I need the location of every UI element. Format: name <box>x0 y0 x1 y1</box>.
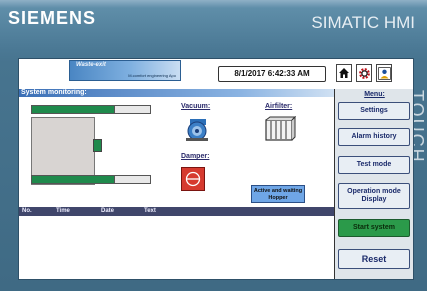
hopper-status-box: Active and waiting Hopper <box>251 185 305 203</box>
screen-header: Waste-exit M.comfort engineering Apo 8/1… <box>19 59 334 89</box>
bottom-level-fill <box>31 175 115 184</box>
logo-sub-text: M.comfort engineering Apo <box>128 73 176 78</box>
logo-main-text: Waste-exit <box>76 62 106 68</box>
top-level-bar <box>31 105 151 114</box>
start-system-button[interactable]: Start system <box>338 219 410 237</box>
user-icon <box>377 66 391 80</box>
product-title: SIMATIC HMI <box>311 13 415 32</box>
section-header: System monitoring: <box>19 89 334 97</box>
vacuum-label: Vacuum: <box>181 103 211 110</box>
menu-title: Menu: <box>364 91 385 98</box>
damper-label: Damper: <box>181 153 210 160</box>
test-mode-button[interactable]: Test mode <box>338 156 410 174</box>
hmi-screen: Waste-exit M.comfort engineering Apo 8/1… <box>18 58 414 280</box>
user-button[interactable] <box>376 64 392 82</box>
airfilter-label: Airfilter: <box>265 103 293 110</box>
brand-logo: SIEMENS <box>8 8 97 28</box>
reset-button[interactable]: Reset <box>338 249 410 269</box>
home-icon <box>339 68 349 78</box>
operation-mode-display-button[interactable]: Operation mode Display <box>338 183 410 209</box>
vacuum-pump-icon <box>186 119 208 141</box>
company-logo: Waste-exit M.comfort engineering Apo <box>69 60 181 81</box>
air-filter-icon <box>265 116 296 141</box>
bottom-level-bar <box>31 175 151 184</box>
hopper-indicator <box>93 139 102 152</box>
col-text: Text <box>144 208 156 214</box>
alarm-table-body[interactable] <box>19 216 334 279</box>
col-no: No. <box>22 208 32 214</box>
gear-icon <box>358 67 370 79</box>
settings-button[interactable] <box>356 64 372 82</box>
alarm-table-header: No. Time Date Text <box>19 207 334 216</box>
touch-label: TOUCH <box>407 90 427 164</box>
home-button[interactable] <box>336 64 352 82</box>
settings-menu-button[interactable]: Settings <box>338 102 410 120</box>
top-level-fill <box>31 105 115 114</box>
alarm-history-button[interactable]: Alarm history <box>338 128 410 146</box>
section-title: System monitoring: <box>21 89 87 96</box>
damper-icon <box>181 167 205 191</box>
side-menu: Menu: Settings Alarm history Test mode O… <box>334 89 413 279</box>
datetime-display: 8/1/2017 6:42:33 AM <box>218 66 326 82</box>
col-time: Time <box>56 208 70 214</box>
col-date: Date <box>101 208 115 214</box>
